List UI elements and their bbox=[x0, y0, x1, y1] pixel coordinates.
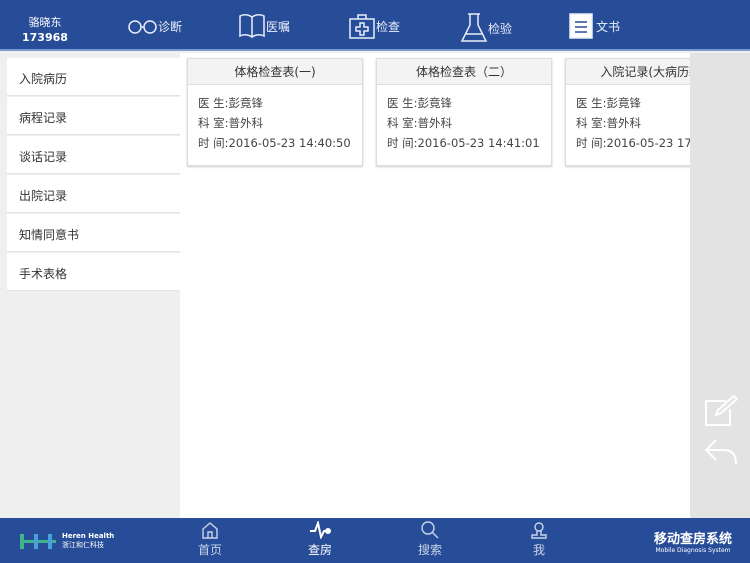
sidebar: 入院病历 病程记录 谈话记录 出院记录 知情同意书 手术表格 bbox=[4, 58, 180, 515]
user-id: 173968 bbox=[22, 31, 68, 44]
record-card[interactable]: 体格检查表(一) 医 生:彭竟锋 科 室:普外科 时 间:2016-05-23 … bbox=[187, 58, 363, 166]
document-icon bbox=[569, 13, 593, 39]
back-icon[interactable] bbox=[704, 438, 738, 466]
user-info: 骆晓东 173968 bbox=[22, 15, 68, 45]
nav-orders[interactable]: 医嘱 bbox=[238, 12, 290, 40]
card-title: 体格检查表(一) bbox=[188, 59, 362, 85]
tab-home[interactable]: 首页 bbox=[180, 521, 240, 558]
tab-rounds[interactable]: 查房 bbox=[290, 521, 350, 558]
nav-diagnosis[interactable]: 诊断 bbox=[128, 18, 182, 35]
flask-icon bbox=[460, 13, 488, 42]
book-icon bbox=[239, 13, 265, 39]
doctor-label: 医 生: bbox=[576, 96, 607, 110]
pulse-icon bbox=[310, 521, 331, 539]
doctor-value: 彭竟锋 bbox=[417, 96, 453, 110]
dept-value: 普外科 bbox=[417, 116, 453, 130]
sidebar-item-surgery[interactable]: 手术表格 bbox=[7, 253, 180, 291]
tab-label: 我 bbox=[532, 543, 545, 557]
app-subtitle: Mobile Diagnosis System bbox=[655, 547, 731, 554]
dept-value: 普外科 bbox=[228, 116, 264, 130]
tab-label: 搜索 bbox=[417, 543, 442, 557]
nav-label: 医嘱 bbox=[266, 19, 291, 34]
bottom-bar: Heren Health 浙江和仁科技 首页 查房 搜索 我 移动查房系统 Mo… bbox=[0, 518, 750, 563]
dept-value: 普外科 bbox=[606, 116, 642, 130]
time-value: 2016-05-23 14:41:01 bbox=[417, 136, 540, 150]
dept-label: 科 室: bbox=[387, 116, 418, 130]
tab-search[interactable]: 搜索 bbox=[400, 521, 460, 558]
nav-label: 检验 bbox=[488, 21, 513, 36]
edit-icon[interactable] bbox=[704, 395, 738, 427]
doctor-label: 医 生: bbox=[387, 96, 418, 110]
nav-exam[interactable]: 检查 bbox=[348, 12, 400, 40]
record-card[interactable]: 体格检查表（二） 医 生:彭竟锋 科 室:普外科 时 间:2016-05-23 … bbox=[376, 58, 552, 166]
nav-label: 文书 bbox=[596, 19, 621, 34]
nav-documents[interactable]: 文书 bbox=[568, 12, 620, 40]
brand-name: Heren Health bbox=[62, 532, 115, 540]
doctor-value: 彭竟锋 bbox=[228, 96, 264, 110]
time-value: 2016-05-23 14:40:50 bbox=[228, 136, 351, 150]
doctor-label: 医 生: bbox=[198, 96, 229, 110]
dept-label: 科 室: bbox=[576, 116, 607, 130]
user-name: 骆晓东 bbox=[28, 16, 62, 29]
doctor-value: 彭竟锋 bbox=[606, 96, 642, 110]
card-title: 体格检查表（二） bbox=[377, 59, 551, 85]
nav-label: 检查 bbox=[376, 19, 401, 34]
tab-me[interactable]: 我 bbox=[509, 521, 569, 558]
user-icon bbox=[531, 522, 547, 539]
tab-label: 查房 bbox=[307, 543, 332, 557]
app-title: 移动查房系统 bbox=[653, 532, 732, 547]
search-icon bbox=[421, 521, 439, 539]
time-label: 时 间: bbox=[198, 136, 229, 150]
tab-label: 首页 bbox=[197, 543, 222, 557]
right-toolbar bbox=[690, 53, 750, 518]
sidebar-item-discharge[interactable]: 出院记录 bbox=[7, 175, 180, 213]
time-label: 时 间: bbox=[576, 136, 607, 150]
sidebar-item-progress[interactable]: 病程记录 bbox=[7, 97, 180, 135]
sidebar-item-conversation[interactable]: 谈话记录 bbox=[7, 136, 180, 174]
heren-logo bbox=[20, 534, 56, 549]
nav-lab[interactable]: 检验 bbox=[460, 12, 512, 44]
sidebar-item-consent[interactable]: 知情同意书 bbox=[7, 214, 180, 252]
time-label: 时 间: bbox=[387, 136, 418, 150]
top-bar: 骆晓东 173968 诊断 医嘱 检查 检验 文书 bbox=[0, 0, 750, 51]
medkit-icon bbox=[349, 14, 375, 39]
content-area: 体格检查表(一) 医 生:彭竟锋 科 室:普外科 时 间:2016-05-23 … bbox=[180, 53, 741, 518]
nav-label: 诊断 bbox=[158, 20, 183, 34]
sidebar-item-admission[interactable]: 入院病历 bbox=[7, 58, 180, 96]
glasses-icon bbox=[128, 19, 157, 34]
dept-label: 科 室: bbox=[198, 116, 229, 130]
brand-name-cn: 浙江和仁科技 bbox=[62, 541, 104, 549]
home-icon bbox=[202, 522, 218, 539]
